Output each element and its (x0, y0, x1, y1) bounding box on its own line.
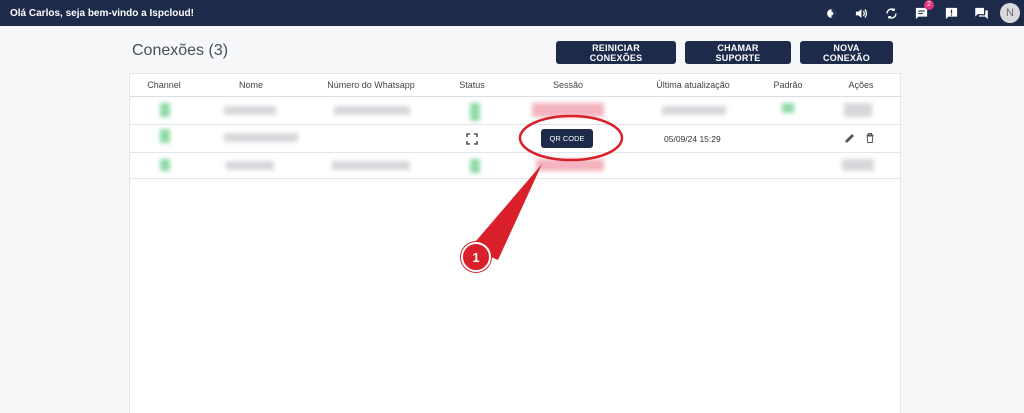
redacted-updated (662, 106, 726, 115)
callout-number: 1 (461, 242, 491, 272)
redacted-default (782, 103, 794, 113)
brand-name: Ispcloud! (149, 7, 194, 19)
connections-table: Channel Nome Número do Whatsapp Status S… (129, 73, 902, 413)
top-icon-group: 2 N (816, 0, 1024, 26)
restart-connections-button[interactable]: REINICIAR CONEXÕES (556, 41, 676, 64)
redacted-name (224, 133, 298, 142)
column-header-status: Status (459, 80, 485, 90)
table-row: QR CODE 05/09/24 15:29 (130, 125, 902, 153)
redacted-name (226, 161, 274, 170)
new-connection-button[interactable]: NOVA CONEXÃO (800, 41, 893, 64)
column-header-session: Sessão (552, 80, 584, 90)
delete-icon[interactable] (864, 132, 876, 144)
brightness-icon[interactable] (816, 0, 846, 26)
qr-scan-icon (466, 133, 478, 145)
redacted-channel (160, 103, 170, 117)
avatar[interactable]: N (1000, 3, 1020, 23)
qr-code-button[interactable]: QR CODE (541, 129, 593, 148)
refresh-icon[interactable] (876, 0, 906, 26)
chat-badge: 2 (924, 0, 934, 10)
redacted-channel (160, 159, 170, 171)
redacted-actions (844, 103, 872, 117)
redacted-session (536, 159, 604, 171)
volume-icon[interactable] (846, 0, 876, 26)
redacted-number (334, 106, 410, 115)
column-header-last-update: Última atualização (656, 80, 730, 90)
table-row (130, 153, 902, 179)
page-title: Conexões (3) (132, 42, 229, 59)
chat-icon[interactable]: 2 (906, 0, 936, 26)
redacted-actions (842, 159, 874, 171)
redacted-number (332, 161, 410, 170)
column-header-default: Padrão (773, 80, 803, 90)
welcome-message: Olá Carlos, seja bem-vindo a Ispcloud! (10, 8, 194, 19)
column-header-channel: Channel (147, 80, 181, 90)
edit-icon[interactable] (844, 132, 856, 144)
messages-icon[interactable] (966, 0, 996, 26)
redacted-name (224, 106, 276, 115)
alert-icon[interactable] (936, 0, 966, 26)
column-header-actions: Ações (848, 80, 874, 90)
column-header-name: Nome (238, 80, 263, 90)
redacted-channel (160, 129, 170, 143)
welcome-text: Olá Carlos, seja bem-vindo a (10, 7, 150, 19)
redacted-status (470, 103, 480, 121)
table-row (130, 97, 902, 125)
redacted-status (470, 159, 480, 173)
top-bar: Olá Carlos, seja bem-vindo a Ispcloud! 2… (0, 0, 1024, 26)
call-support-button[interactable]: CHAMAR SUPORTE (685, 41, 791, 64)
column-header-whatsapp-number: Número do Whatsapp (327, 80, 415, 90)
last-update-value: 05/09/24 15:29 (664, 134, 721, 144)
redacted-session (532, 103, 604, 117)
table-header: Channel Nome Número do Whatsapp Status S… (130, 74, 902, 97)
